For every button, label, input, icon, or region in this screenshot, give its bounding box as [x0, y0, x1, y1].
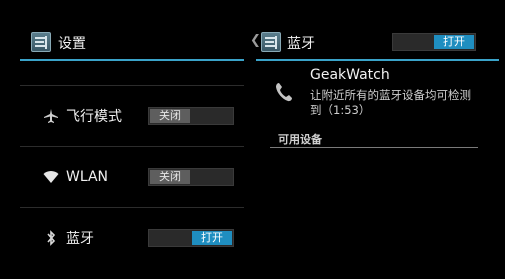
airplane-mode-toggle[interactable]: 关闭 — [148, 107, 234, 125]
wifi-icon — [42, 168, 60, 186]
toggle-knob: 打开 — [434, 35, 474, 49]
section-divider — [270, 147, 478, 148]
toggle-knob: 打开 — [192, 231, 232, 245]
page-title: 设置 — [58, 36, 86, 52]
settings-panel: 设置 飞行模式 关闭 WLAN 关闭 蓝牙 打开 — [0, 0, 250, 279]
bluetooth-label: 蓝牙 — [66, 231, 94, 247]
settings-action-bar: 设置 — [0, 24, 244, 60]
airplane-icon — [42, 107, 60, 125]
page-title: 蓝牙 — [287, 36, 315, 52]
wlan-row[interactable]: WLAN 关闭 — [20, 147, 244, 207]
settings-app-icon[interactable] — [261, 32, 281, 52]
bluetooth-master-toggle[interactable]: 打开 — [392, 33, 476, 51]
bluetooth-action-bar: 蓝牙 打开 — [250, 24, 505, 60]
bluetooth-panel: ❮ 蓝牙 打开 GeakWatch 让附近所有的蓝牙设备均可检测到（1:53） … — [250, 0, 505, 279]
action-bar-underline — [256, 59, 499, 61]
wlan-toggle[interactable]: 关闭 — [148, 168, 234, 186]
airplane-mode-row[interactable]: 飞行模式 关闭 — [20, 86, 244, 146]
available-devices-header: 可用设备 — [278, 133, 322, 146]
wlan-label: WLAN — [66, 169, 109, 185]
settings-app-icon[interactable] — [31, 32, 51, 52]
bluetooth-icon — [42, 229, 60, 247]
bluetooth-toggle[interactable]: 打开 — [148, 229, 234, 247]
phone-icon — [274, 81, 294, 103]
toggle-knob: 关闭 — [150, 170, 190, 184]
airplane-mode-label: 飞行模式 — [66, 109, 122, 125]
action-bar-underline — [20, 59, 244, 61]
device-name: GeakWatch — [310, 67, 390, 83]
bluetooth-row[interactable]: 蓝牙 打开 — [20, 208, 244, 268]
device-visibility-description: 让附近所有的蓝牙设备均可检测到（1:53） — [310, 88, 471, 117]
toggle-knob: 关闭 — [150, 109, 190, 123]
